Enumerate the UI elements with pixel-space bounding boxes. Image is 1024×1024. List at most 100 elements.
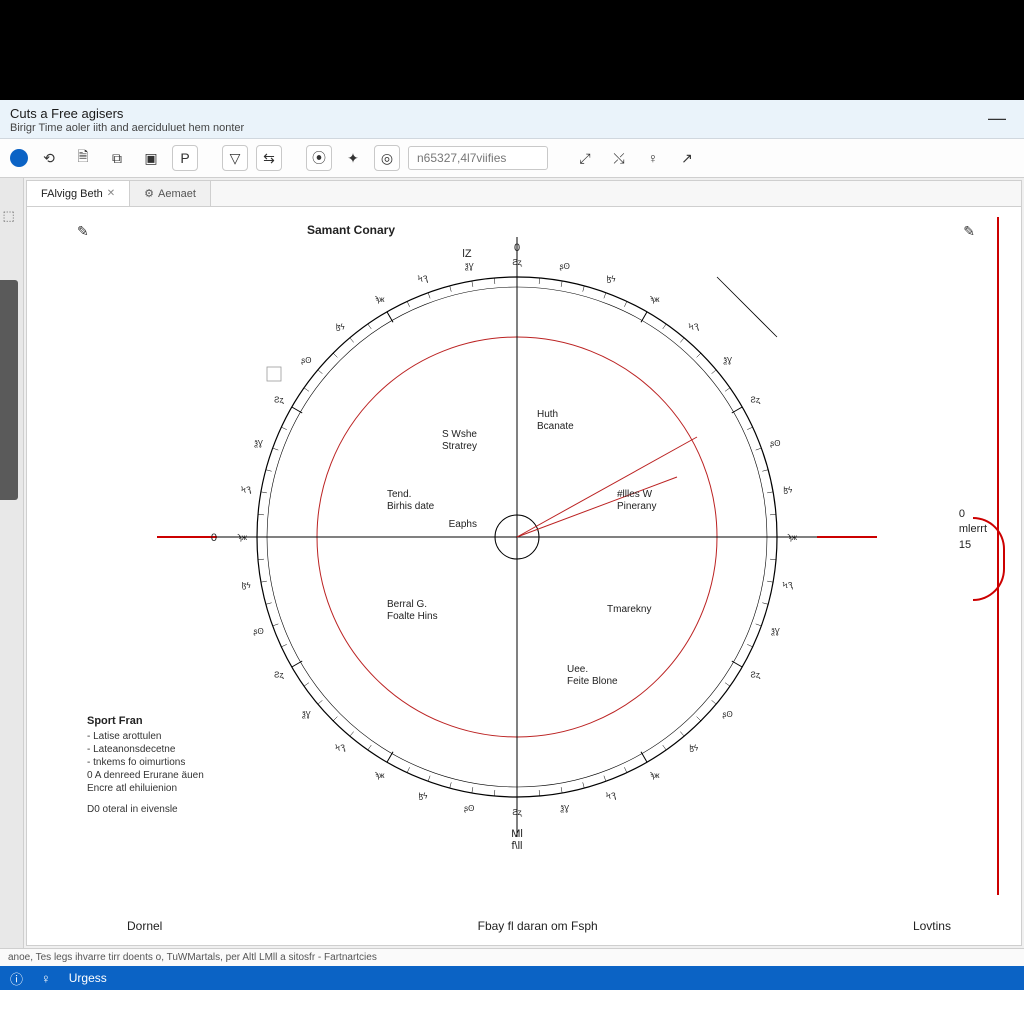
svg-text:ɮϟ: ɮϟ — [242, 581, 252, 590]
svg-text:ʂʘ: ʂʘ — [253, 627, 263, 636]
cursor-icon[interactable]: ✦ — [340, 145, 366, 171]
svg-text:ѯƔ: ѯƔ — [254, 439, 263, 448]
svg-text:ϡж: ϡж — [787, 533, 798, 542]
svg-text:Ƨʐ: Ƨʐ — [750, 671, 760, 680]
svg-text:ʂʘ: ʂʘ — [301, 356, 311, 365]
svg-text:ϞԆ: ϞԆ — [689, 322, 700, 331]
tab-label: Aemaet — [158, 188, 196, 200]
svg-text:f\ll: f\ll — [512, 840, 523, 852]
target-button[interactable]: ◎ — [374, 145, 400, 171]
svg-text:ѯƔ: ѯƔ — [771, 627, 780, 636]
svg-text:Berral G.: Berral G. — [387, 599, 427, 610]
svg-text:ɮϟ: ɮϟ — [689, 744, 699, 753]
svg-text:Stratrey: Stratrey — [442, 441, 477, 452]
svg-text:Ƨʐ: Ƨʐ — [512, 808, 522, 817]
canvas-footer: Dornel Fbay fl daran om Fsph Lovtins — [27, 919, 1021, 933]
svg-text:ϡж: ϡж — [375, 771, 386, 780]
workspace: ⬚ FAlvigg Beth ✕ ⚙ Aemaet ✎ ✎ Samant Con… — [0, 178, 1024, 948]
svg-text:ϞԆ: ϞԆ — [783, 581, 794, 590]
svg-text:Uee.: Uee. — [567, 664, 588, 675]
sync-button[interactable]: ⇆ — [256, 145, 282, 171]
canvas-area: FAlvigg Beth ✕ ⚙ Aemaet ✎ ✎ Samant Conar… — [26, 180, 1022, 946]
svg-text:ѯƔ: ѯƔ — [560, 804, 569, 813]
svg-text:ϡж: ϡж — [237, 533, 248, 542]
legend-item: - tnkems fo oimurtions — [87, 757, 204, 768]
filter-button[interactable]: ▽ — [222, 145, 248, 171]
svg-text:ʂʘ: ʂʘ — [723, 710, 733, 719]
tab-secondary[interactable]: ⚙ Aemaet — [130, 181, 211, 206]
copy-icon[interactable]: ⧉ — [104, 145, 130, 171]
legend-item: Encre atl ehiluienion — [87, 783, 204, 794]
svg-text:Ƨʐ: Ƨʐ — [274, 396, 284, 405]
svg-text:ѯƔ: ѯƔ — [723, 356, 732, 365]
pan-icon[interactable]: ⤢ — [572, 145, 598, 171]
person-icon[interactable]: ♀ — [41, 971, 51, 986]
svg-text:Eaphs: Eaphs — [449, 519, 477, 530]
stop-icon[interactable]: ▣ — [138, 145, 164, 171]
toolbar: ⟲ 🗎 ⧉ ▣ P ▽ ⇆ ⦿ ✦ ◎ n65327,4l7viifies ⤢ … — [0, 139, 1024, 178]
svg-text:Birhis date: Birhis date — [387, 501, 435, 512]
side-panel-handle[interactable] — [0, 280, 18, 500]
right-zero: 0 — [959, 507, 987, 522]
app-logo-icon[interactable] — [10, 149, 28, 167]
right-scale-labels: 0 mlerrt 15 — [959, 507, 987, 553]
status-bar: anoe, Tes legs ihvarre tirr doents o, Tu… — [0, 948, 1024, 966]
svg-text:ѯƔ: ѯƔ — [302, 710, 311, 719]
tool-p-button[interactable]: P — [172, 145, 198, 171]
chart-container: ✎ ✎ Samant Conary — [47, 217, 985, 895]
svg-text:ɮϟ: ɮϟ — [419, 791, 429, 800]
legend-title: Sport Fran — [87, 715, 204, 727]
svg-text:ϞԆ: ϞԆ — [335, 744, 346, 753]
bottom-bar: ⓘ ♀ Urgess — [0, 966, 1024, 990]
legend-note: D0 oteral in eivensle — [87, 804, 204, 815]
gear-icon: ⚙ — [144, 187, 154, 200]
tab-label: FAlvigg Beth — [41, 188, 103, 200]
document-tabs: FAlvigg Beth ✕ ⚙ Aemaet — [27, 181, 1021, 207]
svg-text:ϡж: ϡж — [650, 295, 661, 304]
axis-top-tick: lZ — [462, 248, 471, 260]
svg-text:ѯƔ: ѯƔ — [465, 262, 474, 271]
window-title: Cuts a Free agisers — [10, 106, 1014, 121]
close-icon[interactable]: ✕ — [107, 188, 115, 199]
svg-text:Pinerany: Pinerany — [617, 501, 656, 512]
move-icon[interactable]: ↗ — [674, 145, 700, 171]
coords-field[interactable]: n65327,4l7viifies — [408, 146, 548, 170]
measure-icon[interactable]: ⤯ — [606, 145, 632, 171]
bottom-bar-label: Urgess — [69, 971, 107, 985]
svg-text:ɮϟ: ɮϟ — [336, 322, 346, 331]
svg-text:ϡж: ϡж — [375, 295, 386, 304]
legend-item: - Latise arottulen — [87, 731, 204, 742]
edit-right-icon[interactable]: ✎ — [963, 223, 975, 240]
user-icon[interactable]: ♀ — [640, 145, 666, 171]
info-icon[interactable]: ⓘ — [10, 969, 23, 988]
rail-tool-icon[interactable]: ⬚ — [3, 208, 21, 226]
svg-text:ϡж: ϡж — [650, 771, 661, 780]
axis-top-label: 0 — [514, 242, 520, 254]
svg-text:Feite Blone: Feite Blone — [567, 676, 618, 687]
svg-text:Huth: Huth — [537, 409, 558, 420]
svg-text:S Wshe: S Wshe — [442, 429, 477, 440]
edit-left-icon[interactable]: ✎ — [77, 223, 89, 240]
svg-text:ɮϟ: ɮϟ — [783, 485, 793, 494]
document-icon[interactable]: 🗎 — [70, 145, 96, 171]
right-ruler — [997, 217, 999, 895]
legend: Sport Fran - Latise arottulen - Lateanon… — [87, 715, 204, 815]
refresh-icon[interactable]: ⟲ — [36, 145, 62, 171]
svg-text:Ƨʐ: Ƨʐ — [512, 258, 522, 267]
legend-item: - Lateanonsdecetne — [87, 744, 204, 755]
right-value: 15 — [959, 538, 987, 553]
svg-text:Ml: Ml — [511, 828, 523, 840]
footer-right: Lovtins — [913, 919, 951, 933]
svg-text:ʂʘ: ʂʘ — [464, 804, 474, 813]
globe-button[interactable]: ⦿ — [306, 145, 332, 171]
svg-text:ϞԆ: ϞԆ — [606, 791, 617, 800]
svg-text:ϞԆ: ϞԆ — [418, 275, 429, 284]
svg-text:Tend.: Tend. — [387, 489, 411, 500]
svg-text:Ƨʐ: Ƨʐ — [274, 671, 284, 680]
minimize-button[interactable]: — — [988, 108, 1006, 129]
svg-text:Ƨʐ: Ƨʐ — [750, 396, 760, 405]
tab-primary[interactable]: FAlvigg Beth ✕ — [27, 181, 130, 206]
window-titlebar: Cuts a Free agisers Birigr Time aoler ii… — [0, 100, 1024, 139]
footer-center: Fbay fl daran om Fsph — [478, 919, 598, 933]
svg-text:Foalte Hins: Foalte Hins — [387, 611, 438, 622]
